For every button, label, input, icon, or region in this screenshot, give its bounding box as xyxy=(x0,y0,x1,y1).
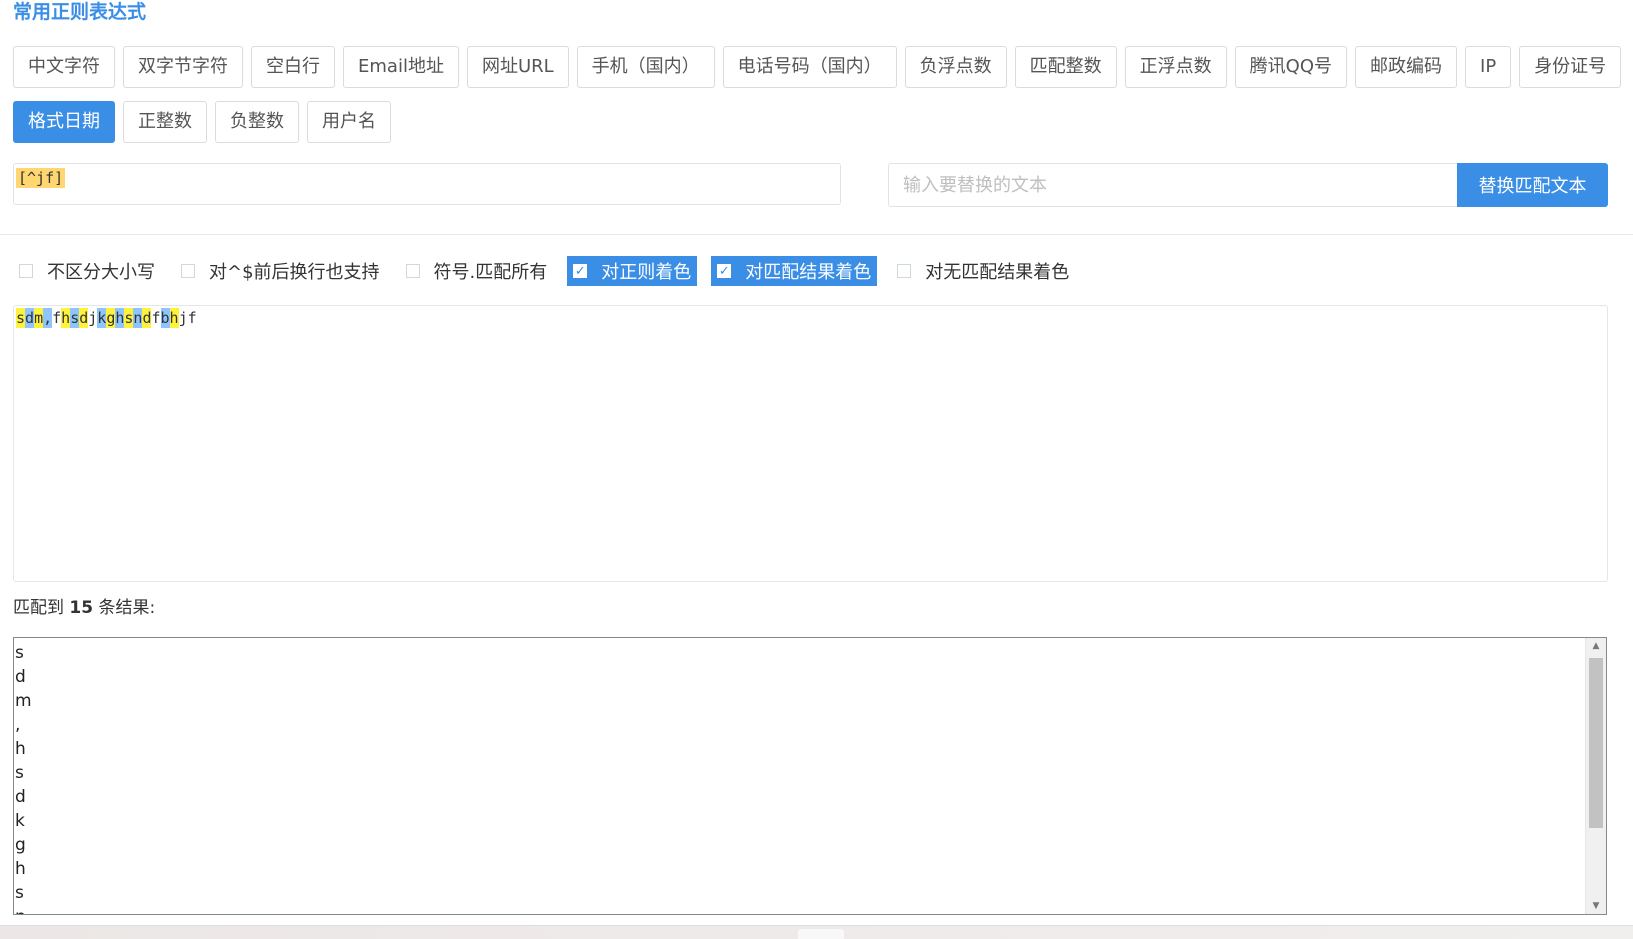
option-1[interactable]: 对^$前后换行也支持 xyxy=(175,256,386,286)
option-5[interactable]: 对无匹配结果着色 xyxy=(891,256,1075,286)
preset-button-r1-9[interactable]: 正浮点数 xyxy=(1124,46,1227,88)
summary-suffix: 条结果: xyxy=(93,598,156,618)
divider xyxy=(0,234,1633,235)
match-count: 15 xyxy=(69,598,94,618)
preset-button-r1-0[interactable]: 中文字符 xyxy=(13,46,115,88)
result-item: h xyxy=(15,739,26,759)
checkbox-icon[interactable] xyxy=(897,264,912,278)
test-char: f xyxy=(151,309,161,327)
test-char: , xyxy=(43,308,53,328)
test-text-area[interactable]: sdm,fhsdjkghsndfbhjf xyxy=(13,305,1608,582)
option-2[interactable]: 符号.匹配所有 xyxy=(400,256,554,286)
results-list-box[interactable]: sdm,hsdkghsn ▲ ▼ xyxy=(13,637,1607,915)
test-char: s xyxy=(16,308,26,328)
result-item: g xyxy=(15,835,26,855)
test-char: s xyxy=(124,308,134,328)
test-char: m xyxy=(34,308,44,328)
result-item: d xyxy=(15,667,26,687)
checkbox-icon[interactable] xyxy=(405,264,420,278)
result-item: m xyxy=(15,691,32,711)
test-char: j xyxy=(88,309,98,327)
checkbox-icon[interactable] xyxy=(19,264,33,278)
test-char: s xyxy=(70,308,80,328)
results-scrollbar[interactable]: ▲ ▼ xyxy=(1585,638,1606,914)
test-char: d xyxy=(79,308,89,328)
test-char: g xyxy=(106,308,116,328)
regex-input[interactable]: [^jf] xyxy=(13,163,841,205)
replace-text-input[interactable] xyxy=(888,163,1458,207)
match-summary: 匹配到 15 条结果: xyxy=(13,596,155,620)
result-item: h xyxy=(15,859,26,879)
page-title: 常用正则表达式 xyxy=(13,1,147,23)
scroll-down-icon[interactable]: ▼ xyxy=(1586,898,1606,914)
checkbox-checked-icon[interactable]: ✓ xyxy=(717,264,732,278)
preset-button-r1-3[interactable]: Email地址 xyxy=(343,46,459,88)
test-char: h xyxy=(61,308,71,328)
results-list: sdm,hsdkghsn xyxy=(15,641,32,914)
result-item: s xyxy=(15,883,24,903)
test-char: f xyxy=(52,309,62,327)
test-char: k xyxy=(97,308,107,328)
preset-button-r2-3[interactable]: 用户名 xyxy=(307,101,391,143)
checkbox-checked-icon[interactable]: ✓ xyxy=(573,264,588,278)
test-char: b xyxy=(160,308,170,328)
summary-prefix: 匹配到 xyxy=(13,598,70,618)
replace-matches-button[interactable]: 替换匹配文本 xyxy=(1457,163,1608,207)
preset-buttons-row-1: 中文字符 双字节字符 空白行 Email地址 网址URL 手机（国内） 电话号码（国内） 负浮… xyxy=(13,46,1622,88)
result-item: s xyxy=(15,763,24,783)
test-text: sdm,fhsdjkghsndfbhjf xyxy=(16,308,197,328)
scroll-up-icon[interactable]: ▲ xyxy=(1586,638,1606,654)
result-item: n xyxy=(15,905,32,914)
preset-button-r1-7[interactable]: 负浮点数 xyxy=(904,46,1007,88)
taskbar-edge xyxy=(0,925,1633,939)
scroll-thumb[interactable] xyxy=(1589,658,1603,828)
preset-button-r1-5[interactable]: 手机（国内） xyxy=(576,46,715,88)
result-item: s xyxy=(15,643,24,663)
preset-button-r1-6[interactable]: 电话号码（国内） xyxy=(722,46,897,88)
preset-button-r1-4[interactable]: 网址URL xyxy=(466,46,569,88)
preset-button-r1-10[interactable]: 腾讯QQ号 xyxy=(1234,46,1348,88)
option-label: 对匹配结果着色 xyxy=(745,262,872,283)
option-0[interactable]: 不区分大小写 xyxy=(13,256,161,286)
preset-button-r1-1[interactable]: 双字节字符 xyxy=(123,46,243,88)
test-char: j xyxy=(178,309,188,327)
option-label: 对^$前后换行也支持 xyxy=(209,262,380,283)
preset-button-r2-0[interactable]: 格式日期 xyxy=(13,101,115,143)
preset-button-r1-2[interactable]: 空白行 xyxy=(251,46,335,88)
test-char: d xyxy=(25,308,35,328)
test-char: f xyxy=(187,309,197,327)
test-char: n xyxy=(133,308,143,328)
preset-buttons-row-2: 格式日期 正整数 负整数 用户名 xyxy=(13,101,391,143)
option-label: 符号.匹配所有 xyxy=(433,262,548,283)
checkbox-icon[interactable] xyxy=(181,264,195,278)
preset-button-r2-2[interactable]: 负整数 xyxy=(215,101,299,143)
preset-button-r1-11[interactable]: 邮政编码 xyxy=(1355,46,1458,88)
preset-button-r2-1[interactable]: 正整数 xyxy=(123,101,207,143)
option-label: 不区分大小写 xyxy=(47,262,155,283)
preset-button-r1-13[interactable]: 身份证号 xyxy=(1519,46,1622,88)
preset-button-r1-12[interactable]: IP xyxy=(1465,46,1512,88)
test-char: d xyxy=(142,308,152,328)
test-char: h xyxy=(115,308,125,328)
regex-text: [^jf] xyxy=(16,168,66,188)
option-label: 对正则着色 xyxy=(601,262,692,283)
result-item: , xyxy=(15,715,21,735)
result-item: k xyxy=(15,811,25,831)
option-label: 对无匹配结果着色 xyxy=(925,262,1070,283)
match-options: 不区分大小写 对^$前后换行也支持 符号.匹配所有 ✓ 对正则着色 ✓ 对匹配结果着色 对无匹… xyxy=(13,256,1089,286)
result-item: d xyxy=(15,787,26,807)
option-4[interactable]: ✓ 对匹配结果着色 xyxy=(711,256,878,286)
option-3[interactable]: ✓ 对正则着色 xyxy=(567,256,698,286)
test-char: h xyxy=(169,308,179,328)
preset-button-r1-8[interactable]: 匹配整数 xyxy=(1014,46,1117,88)
